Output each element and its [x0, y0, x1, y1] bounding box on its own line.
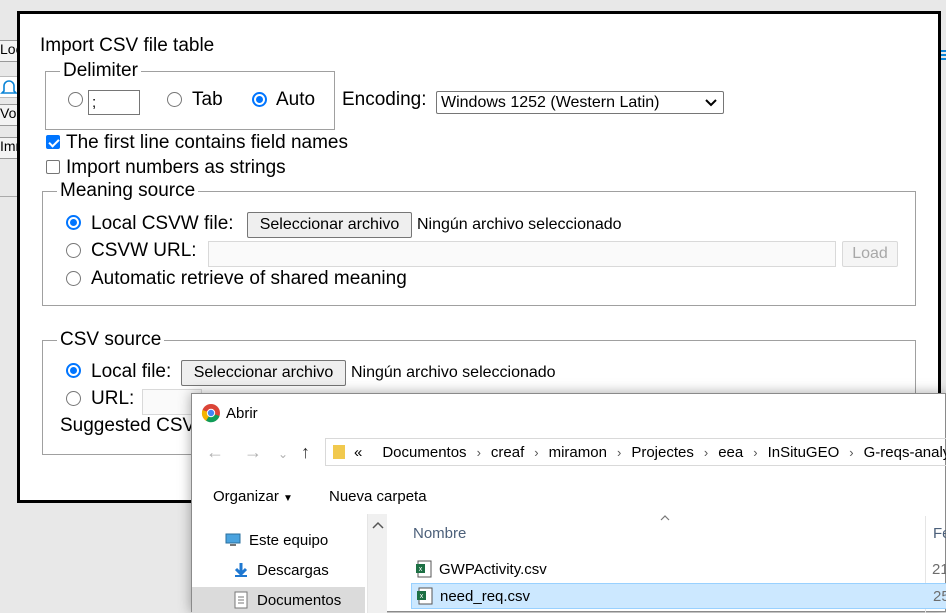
delimiter-custom-input[interactable] [88, 90, 140, 115]
csv-file-icon: x [417, 587, 433, 605]
file-row[interactable]: x GWPActivity.csv 21 [411, 556, 946, 582]
file-date: 21 [932, 560, 946, 578]
first-line-field-names-checkbox[interactable] [46, 135, 60, 149]
breadcrumb-item[interactable]: creaf [491, 444, 524, 461]
background-app-button[interactable]: Loc [0, 40, 18, 62]
column-header-date[interactable]: Fe [933, 525, 946, 542]
delimiter-auto-radio[interactable] [252, 92, 267, 107]
chevron-down-icon [705, 99, 717, 107]
nav-item-documentos[interactable]: Documentos [232, 591, 341, 609]
nav-item-este-equipo[interactable]: Este equipo [224, 531, 328, 549]
delimiter-auto-label: Auto [276, 89, 316, 110]
nav-item-descargas[interactable]: Descargas [232, 561, 329, 579]
breadcrumb-item[interactable]: Documentos [382, 444, 466, 461]
import-numbers-as-strings-checkbox[interactable] [46, 160, 60, 174]
meaning-select-file-button[interactable]: Seleccionar archivo [247, 212, 412, 238]
delimiter-legend: Delimiter [63, 60, 138, 81]
breadcrumb-overflow[interactable]: « [354, 444, 362, 461]
sort-ascending-icon [660, 515, 670, 521]
chrome-icon [201, 404, 220, 423]
suggested-csv-label: Suggested CSV [60, 415, 196, 436]
folder-icon [333, 445, 345, 459]
breadcrumb-item[interactable]: InSituGEO [768, 444, 840, 461]
encoding-label: Encoding: [342, 89, 427, 110]
breadcrumb-item[interactable]: eea [718, 444, 743, 461]
file-date: 25 [933, 587, 946, 605]
column-header-name[interactable]: Nombre [413, 525, 466, 542]
encoding-select[interactable]: Windows 1252 (Western Latin) [436, 91, 724, 114]
meaning-auto-retrieve-label: Automatic retrieve of shared meaning [91, 268, 407, 289]
csv-file-icon: x [416, 560, 432, 578]
scroll-up-icon[interactable] [369, 519, 387, 533]
csv-local-file-radio[interactable] [66, 363, 81, 378]
file-row-selected[interactable]: x need_req.csv 25 [411, 583, 946, 609]
file-name: need_req.csv [440, 587, 531, 605]
breadcrumb-item[interactable]: miramon [549, 444, 607, 461]
organize-menu-button[interactable]: Organizar ▼ [213, 488, 293, 505]
back-arrow-icon[interactable]: ← [206, 442, 224, 463]
recent-locations-chevron-icon[interactable]: ⌄ [278, 447, 288, 461]
meaning-csvw-url-label: CSVW URL: [91, 240, 197, 261]
csv-url-label: URL: [91, 388, 135, 409]
download-icon [234, 563, 248, 577]
csv-select-file-button[interactable]: Seleccionar archivo [181, 360, 346, 386]
breadcrumb-item[interactable]: G-reqs-analy [864, 444, 946, 461]
file-open-dialog: Abrir ← → ⌄ ↑ « Documentos › creaf › miram… [191, 393, 946, 613]
meaning-local-csvw-radio[interactable] [66, 215, 81, 230]
csv-url-radio[interactable] [66, 391, 81, 406]
nav-pane-scrollbar[interactable] [367, 514, 387, 613]
document-icon [234, 591, 248, 609]
up-arrow-icon[interactable]: ↑ [301, 442, 310, 463]
delimiter-custom-radio[interactable] [68, 92, 83, 107]
first-line-field-names-label: The first line contains field names [66, 132, 348, 153]
forward-arrow-icon[interactable]: → [244, 442, 262, 463]
new-folder-button[interactable]: Nueva carpeta [329, 488, 427, 505]
import-numbers-as-strings-label: Import numbers as strings [66, 157, 286, 178]
background-app-button[interactable]: Imm [0, 137, 18, 159]
csv-no-file-text: Ningún archivo seleccionado [351, 364, 556, 381]
meaning-csvw-url-input[interactable] [208, 241, 836, 267]
csv-source-legend: CSV source [60, 329, 162, 350]
meaning-source-legend: Meaning source [60, 180, 196, 201]
dialog-title: Import CSV file table [40, 35, 215, 56]
delimiter-tab-label: Tab [192, 89, 223, 110]
delimiter-tab-radio[interactable] [167, 92, 182, 107]
meaning-local-csvw-label: Local CSVW file: [91, 213, 234, 234]
bell-icon [0, 76, 18, 98]
address-bar[interactable]: « Documentos › creaf › miramon › Projectes ›… [325, 438, 946, 466]
file-dialog-title: Abrir [226, 405, 258, 422]
csv-local-file-label: Local file: [91, 361, 172, 382]
meaning-no-file-text: Ningún archivo seleccionado [417, 216, 622, 233]
svg-text:x: x [419, 566, 423, 573]
meaning-csvw-url-radio[interactable] [66, 243, 81, 258]
file-name: GWPActivity.csv [439, 560, 547, 578]
svg-text:x: x [420, 593, 424, 600]
meaning-load-button[interactable]: Load [842, 241, 898, 267]
meaning-auto-retrieve-radio[interactable] [66, 271, 81, 286]
encoding-selected-value: Windows 1252 (Western Latin) [441, 93, 660, 111]
computer-icon [225, 533, 241, 546]
breadcrumb-item[interactable]: Projectes [631, 444, 694, 461]
background-app-button[interactable]: Volu [0, 104, 18, 126]
background-divider [0, 196, 18, 197]
